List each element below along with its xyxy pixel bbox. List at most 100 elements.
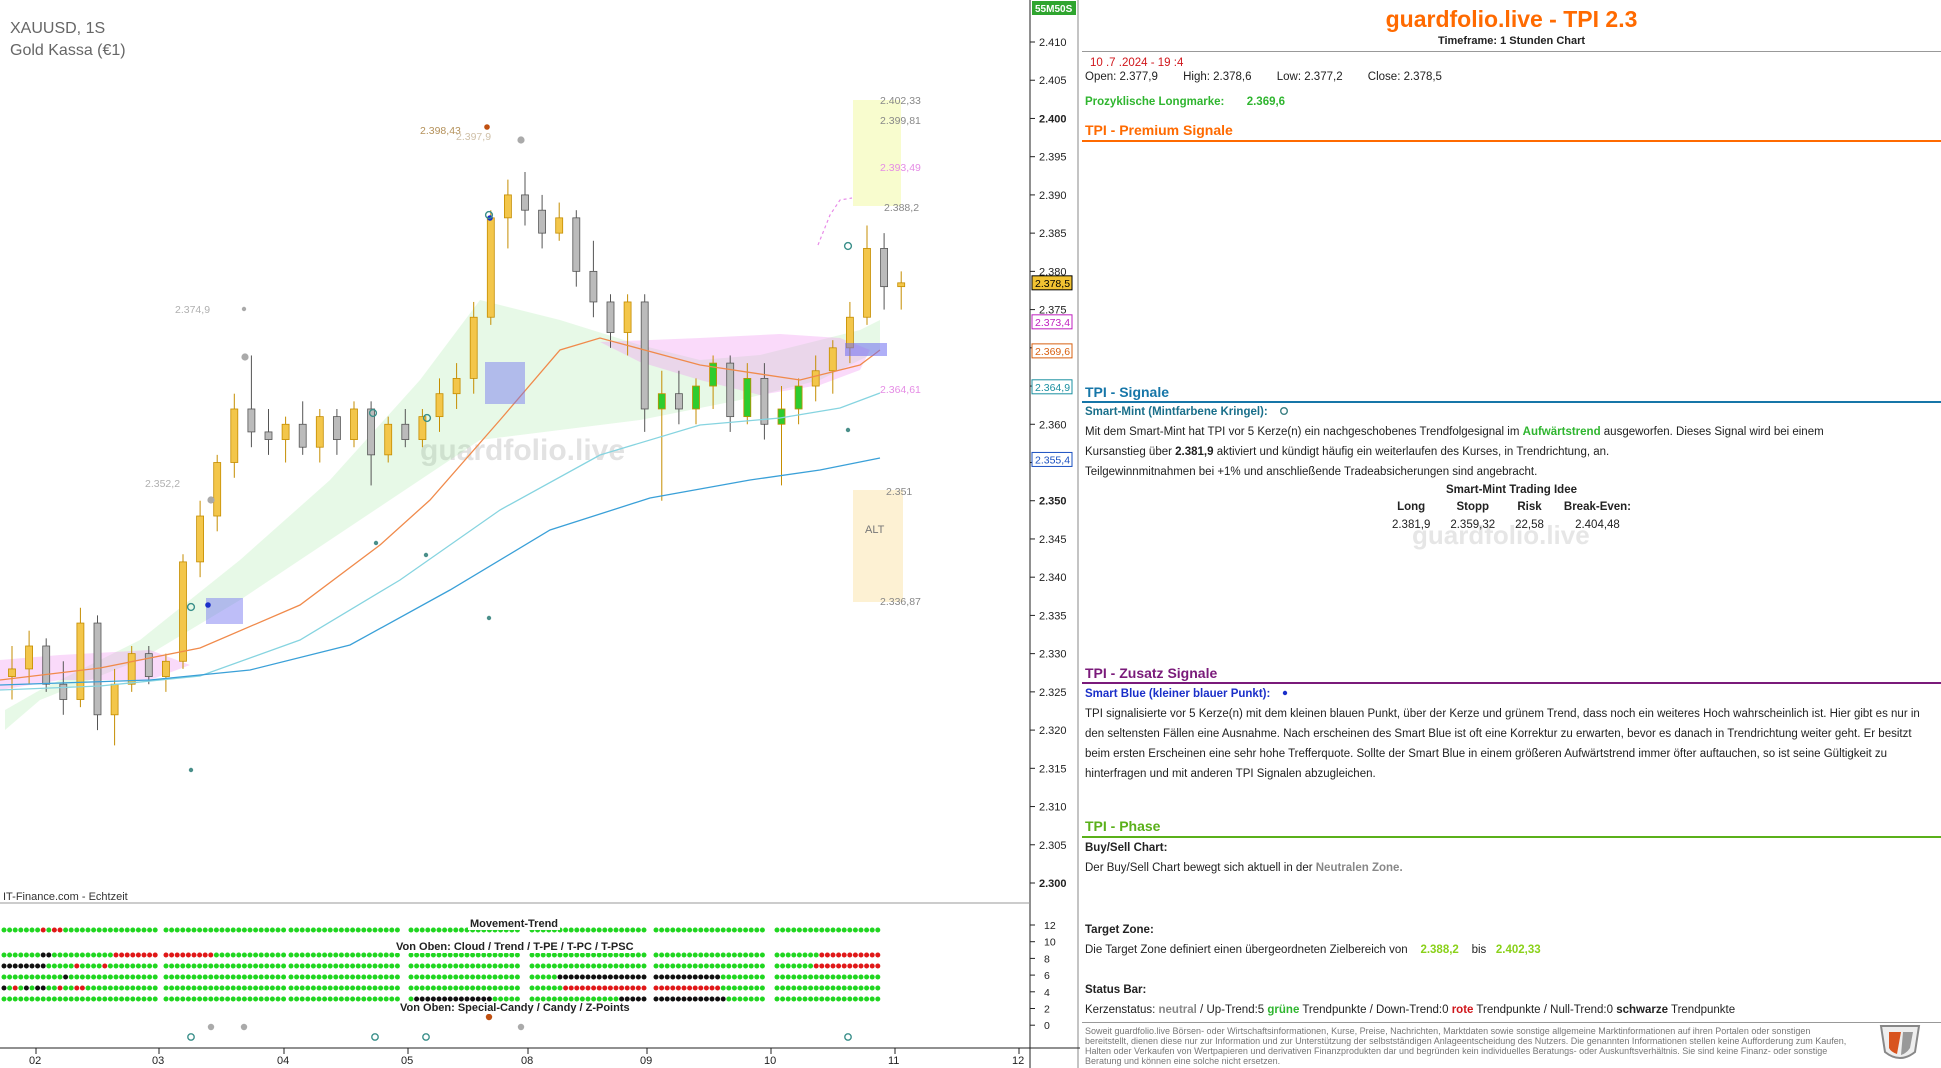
trend-dot	[197, 974, 203, 980]
trend-dot	[557, 985, 563, 991]
trend-dot	[836, 927, 842, 933]
trend-dot	[180, 963, 186, 969]
trend-dot	[875, 985, 881, 991]
price-chart[interactable]: 2.300 2.305 2.310 2.315 2.320 2.325 2.330 2.335…	[0, 0, 1080, 1068]
target-label: Target Zone:	[1085, 924, 1154, 936]
trend-dot	[310, 963, 316, 969]
trend-dot	[836, 996, 842, 1002]
trend-dot	[630, 985, 636, 991]
trend-dot	[551, 974, 557, 980]
trend-dot	[163, 963, 169, 969]
trend-dot	[294, 974, 300, 980]
x-tick-label: 02	[29, 1055, 41, 1067]
trend-dot	[275, 952, 281, 958]
trend-dot	[602, 974, 608, 980]
trend-dot	[709, 963, 715, 969]
trend-dot	[288, 952, 294, 958]
trend-dot	[546, 996, 552, 1002]
trend-dot	[241, 985, 247, 991]
longmarke-label: Prozyklische Longmarke:	[1085, 96, 1225, 108]
signal-box	[485, 362, 525, 404]
trend-dot	[737, 974, 743, 980]
trend-dot	[322, 927, 328, 933]
trend-dot	[591, 952, 597, 958]
trend-dot	[602, 963, 608, 969]
trend-dot	[378, 952, 384, 958]
y-tick-label: 2.300	[1039, 878, 1067, 890]
trend-dot	[35, 963, 41, 969]
instrument-name: Gold Kassa (€1)	[10, 42, 126, 59]
trend-dot	[791, 952, 797, 958]
trend-dot	[372, 952, 378, 958]
trend-dot	[46, 963, 52, 969]
trend-dot	[436, 996, 442, 1002]
status-red: rote	[1451, 1004, 1474, 1016]
trend-dot	[310, 952, 316, 958]
trend-dot	[830, 974, 836, 980]
trend-dot	[813, 974, 819, 980]
trend-dot	[191, 952, 197, 958]
trend-dot	[591, 996, 597, 1002]
chart-panel[interactable]: 2.300 2.305 2.310 2.315 2.320 2.325 2.330 2.335…	[0, 0, 1080, 1068]
trend-dot	[152, 952, 158, 958]
candle-body	[606, 301, 615, 333]
trend-dot	[361, 996, 367, 1002]
trend-dot	[35, 985, 41, 991]
trend-dot	[185, 985, 191, 991]
x-tick-label: 05	[401, 1055, 413, 1067]
trend-dot	[414, 927, 420, 933]
trend-dot	[475, 963, 481, 969]
trend-dot	[759, 985, 765, 991]
trend-dot	[102, 952, 108, 958]
trend-dot	[174, 927, 180, 933]
trend-dot	[258, 974, 264, 980]
trend-dot	[830, 927, 836, 933]
trend-dot	[327, 996, 333, 1002]
trend-dot	[85, 952, 91, 958]
trend-dot	[641, 985, 647, 991]
trend-dot	[574, 927, 580, 933]
trend-dot	[219, 952, 225, 958]
trend-dot	[498, 985, 504, 991]
status-tp2: Trendpunkte / Null-Trend:0	[1473, 1004, 1617, 1016]
trend-dot	[147, 927, 153, 933]
trend-dot	[366, 927, 372, 933]
trend-dot	[692, 985, 698, 991]
trend-dot	[841, 952, 847, 958]
trend-dot	[563, 963, 569, 969]
trend-dot	[841, 985, 847, 991]
trend-dot	[698, 996, 704, 1002]
trend-dot	[563, 996, 569, 1002]
trend-dot	[258, 985, 264, 991]
trend-dot	[464, 952, 470, 958]
trend-dot	[836, 974, 842, 980]
trend-dot	[394, 985, 400, 991]
trend-dot	[408, 985, 414, 991]
longmarke-row: Prozyklische Longmarke: 2.369,6	[1085, 92, 1935, 112]
trend-dot	[310, 985, 316, 991]
trend-dot	[743, 985, 749, 991]
trend-dot	[546, 952, 552, 958]
trend-dot	[824, 974, 830, 980]
trend-dot	[731, 985, 737, 991]
trend-dot	[230, 952, 236, 958]
trend-dot	[808, 952, 814, 958]
candle-body	[59, 683, 68, 700]
y-tick-label: 2.345	[1039, 534, 1067, 546]
trend-dot	[191, 996, 197, 1002]
status-up: / Up-Trend:5	[1196, 1004, 1268, 1016]
trend-dot	[96, 963, 102, 969]
trend-dot	[147, 985, 153, 991]
trend-dot	[687, 996, 693, 1002]
trend-dot	[847, 974, 853, 980]
trend-dot	[35, 952, 41, 958]
trend-dot	[269, 963, 275, 969]
trend-dot	[113, 985, 119, 991]
trend-dot	[79, 985, 85, 991]
trend-dot	[635, 985, 641, 991]
smart-mint-row: Smart-Mint (Mintfarbene Kringel):	[1085, 402, 1935, 422]
trend-dot	[514, 974, 520, 980]
smart-mint-text-1: Mit dem Smart-Mint hat TPI vor 5 Kerze(n…	[1085, 426, 1523, 438]
trend-dot	[361, 927, 367, 933]
trend-dot	[754, 927, 760, 933]
